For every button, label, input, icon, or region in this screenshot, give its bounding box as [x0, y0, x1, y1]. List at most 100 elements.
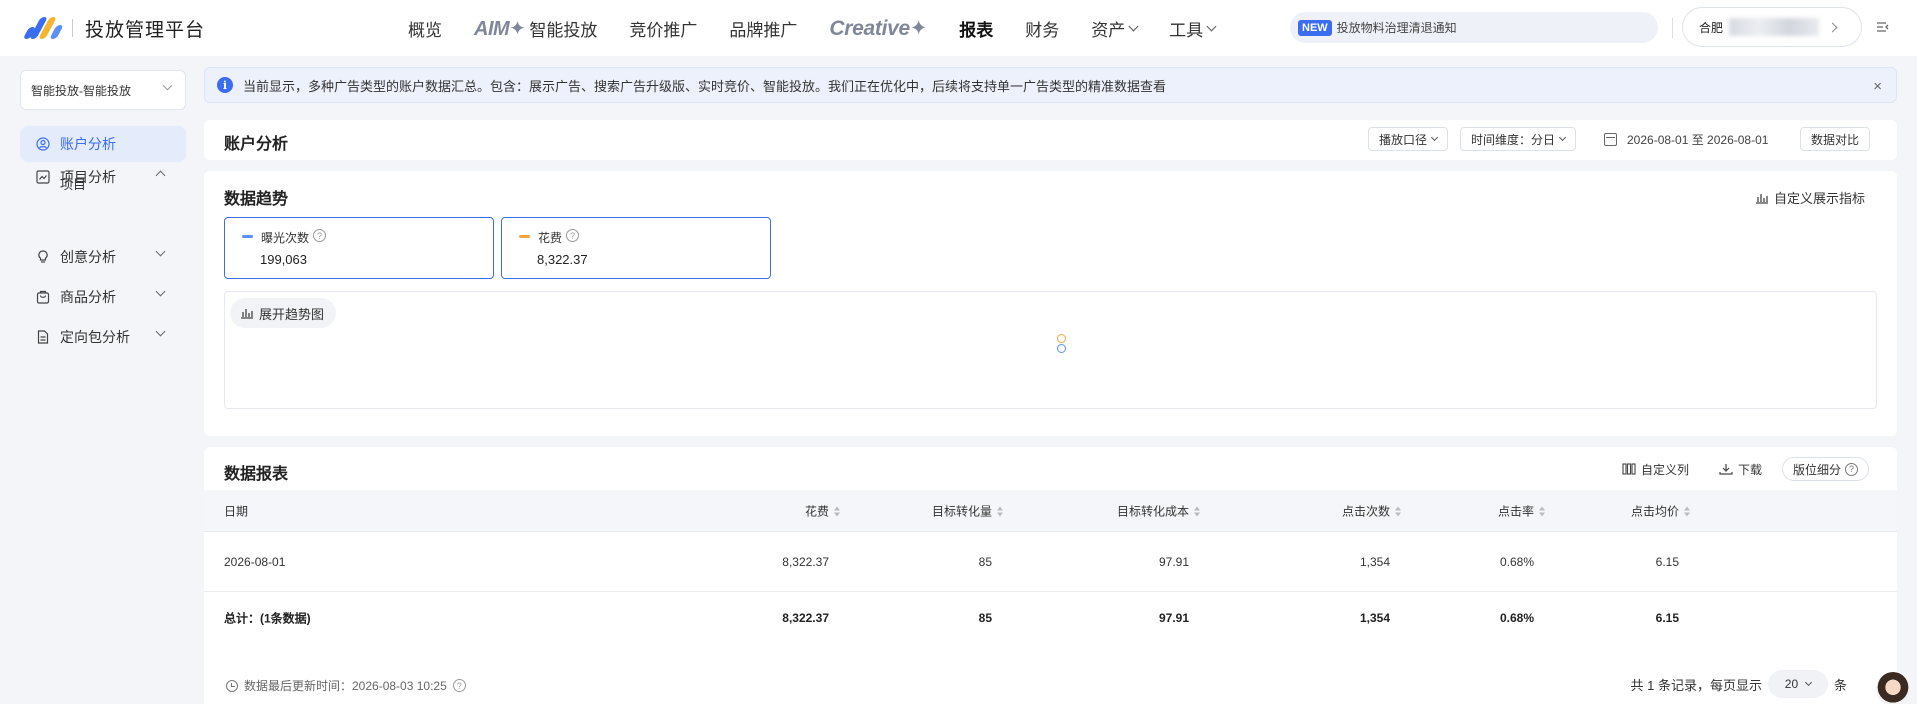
nav-reports[interactable]: 报表 [959, 16, 993, 41]
chevron-down-icon [162, 80, 173, 91]
help-icon[interactable]: ? [566, 229, 579, 242]
sort-icon[interactable] [1539, 506, 1546, 516]
nav-tools[interactable]: 工具 [1169, 16, 1217, 41]
position-breakdown-button[interactable]: 版位细分 ? [1782, 457, 1870, 481]
custom-columns-button[interactable]: 自定义列 [1622, 457, 1689, 481]
bar-chart-icon [241, 309, 253, 319]
page-size-unit: 条 [1833, 677, 1847, 693]
column-header-cost[interactable]: 花费 [805, 502, 841, 519]
account-analysis-header: 账户分析 播放口径 时间维度：分日 2026-08-01 至 2026-08-0… [204, 120, 1897, 160]
chevron-up-icon [155, 170, 166, 181]
nav-assets[interactable]: 资产 [1091, 16, 1139, 41]
sidebar-item-project-analysis[interactable]: 项目分析 [20, 159, 186, 195]
sidebar-item-label: 创意分析 [60, 249, 116, 265]
chevron-down-icon [1430, 133, 1439, 142]
metric-card-impressions[interactable]: 曝光次数 ? 199,063 [224, 217, 494, 279]
caliber-dropdown[interactable]: 播放口径 [1368, 127, 1449, 151]
position-breakdown-label: 版位细分 [1793, 462, 1842, 477]
logo[interactable]: 投放管理平台 [22, 15, 205, 42]
notice-text: 投放物料治理清退通知 [1336, 21, 1457, 35]
column-header-avg-cpc[interactable]: 点击均价 [1631, 502, 1691, 519]
sort-icon[interactable] [834, 506, 841, 516]
nav-finance[interactable]: 财务 [1025, 16, 1059, 41]
cell-total-target-conversion-cost: 97.91 [1158, 611, 1189, 625]
close-icon[interactable]: × [1873, 78, 1882, 95]
trend-chart-area: 展开趋势图 [224, 291, 1877, 409]
sidebar: 智能投放-智能投放 账户分析 项目分析 项目 创意分析 商品分析 定向包分析 [0, 56, 200, 704]
series-color-swatch [242, 235, 253, 238]
assistant-avatar[interactable] [1876, 672, 1910, 704]
pagination: 共 1 条记录，每页显示 20 条 [1631, 670, 1847, 698]
ad-type-select[interactable]: 智能投放-智能投放 [20, 70, 186, 110]
column-header-label: 目标转化成本 [1116, 504, 1189, 518]
data-trend-card: 数据趋势 自定义展示指标 曝光次数 ? 199,063 花费 ? 8,322.3… [204, 171, 1897, 436]
column-header-ctr[interactable]: 点击率 [1498, 502, 1546, 519]
nav-overview[interactable]: 概览 [408, 16, 442, 41]
metric-card-cost[interactable]: 花费 ? 8,322.37 [501, 217, 771, 279]
column-header-clicks[interactable]: 点击次数 [1342, 502, 1402, 519]
help-icon[interactable]: ? [1845, 462, 1859, 476]
help-icon[interactable]: ? [452, 679, 466, 692]
nav-creative[interactable]: Creative✦ [829, 16, 927, 41]
sort-icon[interactable] [1684, 506, 1691, 516]
cell-total-cost: 8,322.37 [782, 611, 829, 625]
data-report-card: 数据报表 自定义列 下载 版位细分 ? 日期 花费 目标转化量 目标转化成本 点… [204, 447, 1897, 704]
custom-metric-label: 自定义展示指标 [1773, 191, 1865, 206]
nav-bidding-promotion[interactable]: 竞价推广 [629, 16, 697, 41]
aim-brand-label: AIM✦ [474, 17, 526, 40]
metric-value: 199,063 [260, 252, 307, 267]
sidebar-subitem-project[interactable]: 项目 [60, 174, 86, 193]
compare-button[interactable]: 数据对比 [1800, 127, 1871, 151]
sidebar-item-targeting-package-analysis[interactable]: 定向包分析 [20, 319, 186, 355]
date-range-picker[interactable]: 2026-08-01 至 2026-08-01 [1604, 127, 1768, 151]
time-dimension-label: 时间维度：分日 [1471, 132, 1556, 147]
column-header-label: 目标转化量 [931, 504, 992, 518]
sidebar-item-product-analysis[interactable]: 商品分析 [20, 279, 186, 315]
page-size-select[interactable]: 20 [1767, 670, 1828, 698]
download-button[interactable]: 下载 [1719, 457, 1762, 481]
ad-type-select-value: 智能投放-智能投放 [31, 83, 131, 98]
column-header-label: 花费 [804, 504, 829, 518]
chevron-right-icon [1827, 22, 1838, 32]
sidebar-item-account-analysis[interactable]: 账户分析 [20, 126, 186, 162]
logo-icon [22, 15, 64, 41]
sort-icon[interactable] [1395, 506, 1402, 516]
chevron-down-icon [1128, 21, 1139, 31]
page-title: 账户分析 [224, 136, 289, 153]
expand-trend-button[interactable]: 展开趋势图 [230, 298, 337, 328]
column-header-target-conversions[interactable]: 目标转化量 [932, 502, 1004, 519]
sidebar-item-creative-analysis[interactable]: 创意分析 [20, 239, 186, 275]
cell-target-conversion-cost: 97.91 [1158, 554, 1189, 569]
sort-icon[interactable] [1194, 506, 1201, 516]
column-header-date: 日期 [224, 504, 249, 518]
account-switcher[interactable]: 合肥 [1682, 7, 1862, 47]
platform-title: 投放管理平台 [85, 19, 206, 41]
chevron-down-icon [1805, 678, 1813, 687]
time-dimension-dropdown[interactable]: 时间维度：分日 [1460, 127, 1577, 151]
report-footer: 数据最后更新时间：2026-08-03 10:25 ? 共 1 条记录，每页显示… [204, 669, 1897, 699]
sort-icon[interactable] [997, 506, 1004, 516]
cell-total-avg-cpc: 6.15 [1655, 611, 1679, 625]
lightbulb-icon [38, 250, 48, 263]
metric-label: 花费 [538, 231, 563, 245]
nav-aim-smart-delivery[interactable]: AIM✦ 智能投放 [474, 16, 597, 41]
menu-collapse-icon[interactable] [1876, 20, 1890, 34]
page-size-value: 20 [1784, 677, 1799, 691]
download-label: 下载 [1738, 462, 1763, 477]
nav-brand-promotion[interactable]: 品牌推广 [729, 16, 797, 41]
help-icon[interactable]: ? [313, 229, 326, 242]
metric-value: 8,322.37 [537, 252, 588, 267]
cell-avg-cpc: 6.15 [1655, 554, 1679, 569]
cell-total-label: 总计：(1条数据) [224, 611, 311, 626]
caliber-dropdown-label: 播放口径 [1379, 132, 1428, 147]
nav-assets-label: 资产 [1091, 20, 1126, 40]
total-records-text: 共 1 条记录，每页显示 [1630, 677, 1762, 693]
info-icon: i [217, 77, 233, 93]
notice-banner[interactable]: NEW 投放物料治理清退通知 [1290, 12, 1658, 43]
table-row: 2026-08-01 8,322.37 85 97.91 1,354 0.68%… [204, 532, 1897, 592]
column-header-target-conversion-cost[interactable]: 目标转化成本 [1117, 502, 1201, 519]
section-title: 数据报表 [224, 466, 289, 483]
info-banner: i 当前显示，多种广告类型的账户数据汇总。包含：展示广告、搜索广告升级版、实时竞… [204, 67, 1897, 103]
cell-total-target-conversions: 85 [978, 611, 992, 625]
custom-metric-button[interactable]: 自定义展示指标 [1755, 188, 1865, 207]
